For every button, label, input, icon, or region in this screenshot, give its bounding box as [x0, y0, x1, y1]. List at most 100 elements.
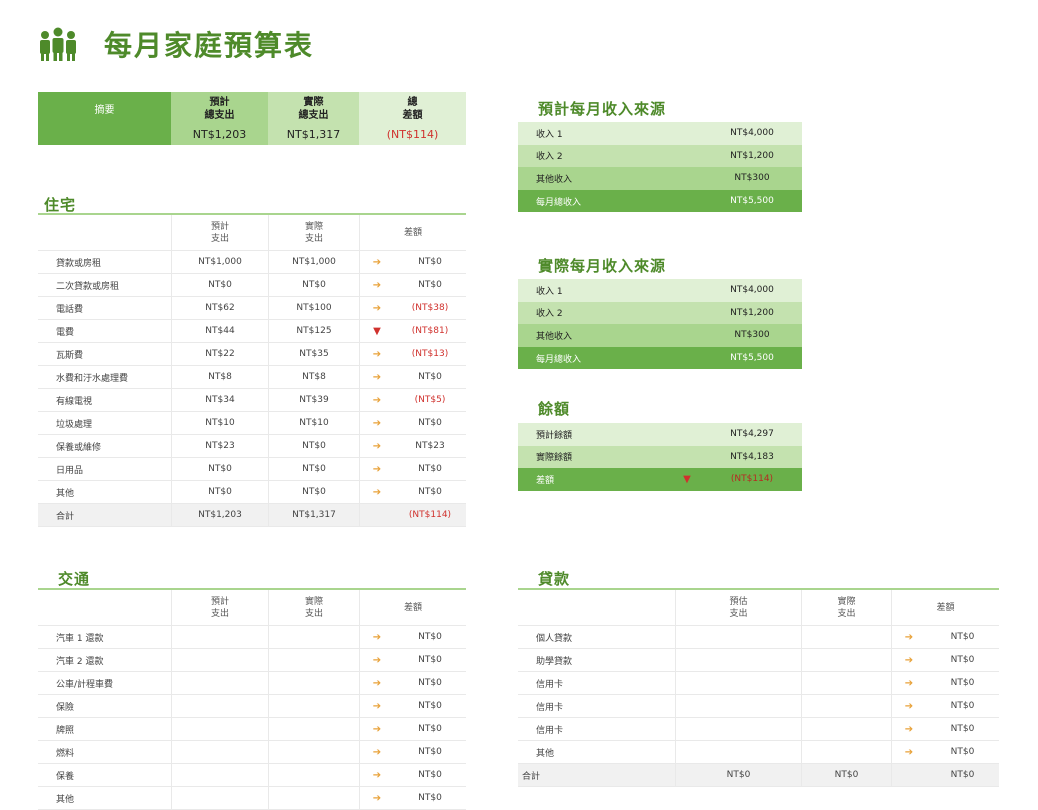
income-value: NT$1,200 — [730, 307, 774, 318]
row-label: 電費 — [56, 327, 75, 338]
income-value: NT$4,297 — [730, 429, 774, 440]
income-value: NT$300 — [734, 330, 770, 341]
summary-diff-label: 總 差額 — [402, 97, 423, 121]
actual-cell — [268, 695, 359, 717]
diff-value: NT$0 — [950, 701, 975, 711]
planned-cell: NT$23 — [171, 435, 268, 457]
arrow-right-icon: ➔ — [372, 792, 382, 804]
arrow-right-icon: ➔ — [372, 279, 382, 291]
diff-value: NT$0 — [418, 701, 442, 711]
row-label: 其他 — [56, 794, 75, 805]
row-label: 二次貸款或房租 — [56, 281, 120, 292]
planned-cell: NT$0 — [171, 458, 268, 480]
diff-value: NT$0 — [950, 747, 975, 757]
diff-cell: ➔ NT$23 — [359, 435, 466, 457]
planned-cell — [675, 672, 801, 694]
row-label: 信用卡 — [536, 679, 564, 690]
table-row: 汽車 1 還款 ➔ NT$0 — [38, 626, 466, 649]
income-label: 其他收入 — [536, 174, 573, 185]
table-row: 保養 ➔ NT$0 — [38, 764, 466, 787]
diff-value: NT$0 — [418, 280, 442, 290]
income-label: 收入 1 — [536, 129, 563, 140]
income-value: NT$1,200 — [730, 150, 774, 161]
diff-cell: ➔ NT$0 — [891, 718, 999, 740]
income-row: 其他收入 NT$300 — [518, 324, 802, 347]
row-label: 燃料 — [56, 748, 75, 759]
income-label: 收入 1 — [536, 286, 563, 297]
row-label: 其他 — [56, 488, 75, 499]
actual-cell: NT$1,317 — [268, 504, 359, 526]
income-value: NT$300 — [734, 173, 770, 184]
income-value: NT$4,000 — [730, 128, 774, 139]
table-header: 預計 支出 實際 支出 差額 — [38, 215, 466, 251]
diff-value: NT$0 — [950, 655, 975, 665]
planned-cell: NT$8 — [171, 366, 268, 388]
income-value: NT$5,500 — [730, 353, 774, 364]
diff-value: NT$0 — [950, 678, 975, 688]
diff-cell: ➔ NT$0 — [359, 695, 466, 717]
summary-planned-value: NT$1,203 — [192, 128, 247, 141]
income-row: 收入 2 NT$1,200 — [518, 301, 802, 325]
arrow-right-icon: ➔ — [372, 394, 382, 406]
actual-cell — [801, 741, 891, 763]
arrow-right-icon: ➔ — [372, 302, 382, 314]
income-value: NT$4,183 — [730, 451, 774, 462]
diff-cell: ➔ NT$0 — [359, 787, 466, 809]
diff-cell: ➔ NT$0 — [359, 741, 466, 763]
planned-cell: NT$34 — [171, 389, 268, 411]
income-row: 收入 1 NT$4,000 — [518, 279, 802, 302]
arrow-right-icon: ➔ — [372, 654, 382, 666]
table-row: 其他 ➔ NT$0 — [518, 741, 999, 764]
row-label: 貸款或房租 — [56, 258, 102, 269]
actual-cell — [801, 626, 891, 648]
arrow-right-icon: ➔ — [372, 723, 382, 735]
summary-planned-cell: 預計 總支出 NT$1,203 — [171, 92, 268, 145]
header-cell: 實際 支出 — [268, 215, 359, 250]
arrow-right-icon: ➔ — [372, 631, 382, 643]
diff-cell: ➔ NT$0 — [359, 366, 466, 388]
planned-cell — [675, 695, 801, 717]
diff-value: NT$0 — [950, 724, 975, 734]
actual-cell: NT$10 — [268, 412, 359, 434]
diff-value: NT$0 — [418, 655, 442, 665]
diff-cell: ➔ NT$0 — [891, 741, 999, 763]
planned-cell: NT$44 — [171, 320, 268, 342]
summary-actual-label: 實際 總支出 — [298, 97, 329, 121]
income-row: 差額 ▼ (NT$114) — [518, 468, 802, 491]
arrow-right-icon: ➔ — [372, 256, 382, 268]
header-text: 預計 支出 — [210, 596, 229, 619]
income-row: 收入 1 NT$4,000 — [518, 122, 802, 145]
table-row: 有線電視 NT$34 NT$39 ➔ (NT$5) — [38, 389, 466, 412]
table-row: 個人貸款 ➔ NT$0 — [518, 626, 999, 649]
actual-cell: NT$39 — [268, 389, 359, 411]
header-text: 預計 支出 — [210, 221, 229, 244]
planned-cell — [171, 672, 268, 694]
table-row: 汽車 2 還款 ➔ NT$0 — [38, 649, 466, 672]
diff-cell: ➔ NT$0 — [359, 764, 466, 786]
planned-cell: NT$1,000 — [171, 251, 268, 273]
planned-cell — [171, 695, 268, 717]
row-label: 保養或維修 — [56, 442, 102, 453]
header-text: 預估 支出 — [729, 596, 748, 619]
planned-cell: NT$0 — [171, 481, 268, 503]
diff-cell: ➔ NT$0 — [359, 251, 466, 273]
arrow-right-icon: ➔ — [372, 486, 382, 498]
income-label: 實際餘額 — [536, 453, 573, 464]
table-row: 信用卡 ➔ NT$0 — [518, 695, 999, 718]
diff-value: NT$0 — [418, 632, 442, 642]
header-cell: 差額 — [359, 215, 466, 250]
summary-label-cell: 摘要 — [38, 92, 171, 145]
table-row: 信用卡 ➔ NT$0 — [518, 672, 999, 695]
table-header: 預計 支出 實際 支出 差額 — [38, 590, 466, 626]
actual-cell — [801, 649, 891, 671]
header-text: 實際 支出 — [304, 221, 323, 244]
page-title: 每月家庭預算表 — [104, 29, 315, 62]
row-label: 日用品 — [56, 465, 84, 476]
table-row: 二次貸款或房租 NT$0 NT$0 ➔ NT$0 — [38, 274, 466, 297]
income-row: 每月總收入 NT$5,500 — [518, 346, 802, 370]
row-label: 垃圾處理 — [56, 419, 93, 430]
row-label: 瓦斯費 — [56, 350, 84, 361]
summary-diff-cell: 總 差額 (NT$114) — [359, 92, 466, 145]
planned-cell — [675, 718, 801, 740]
arrow-right-icon: ➔ — [904, 654, 914, 666]
